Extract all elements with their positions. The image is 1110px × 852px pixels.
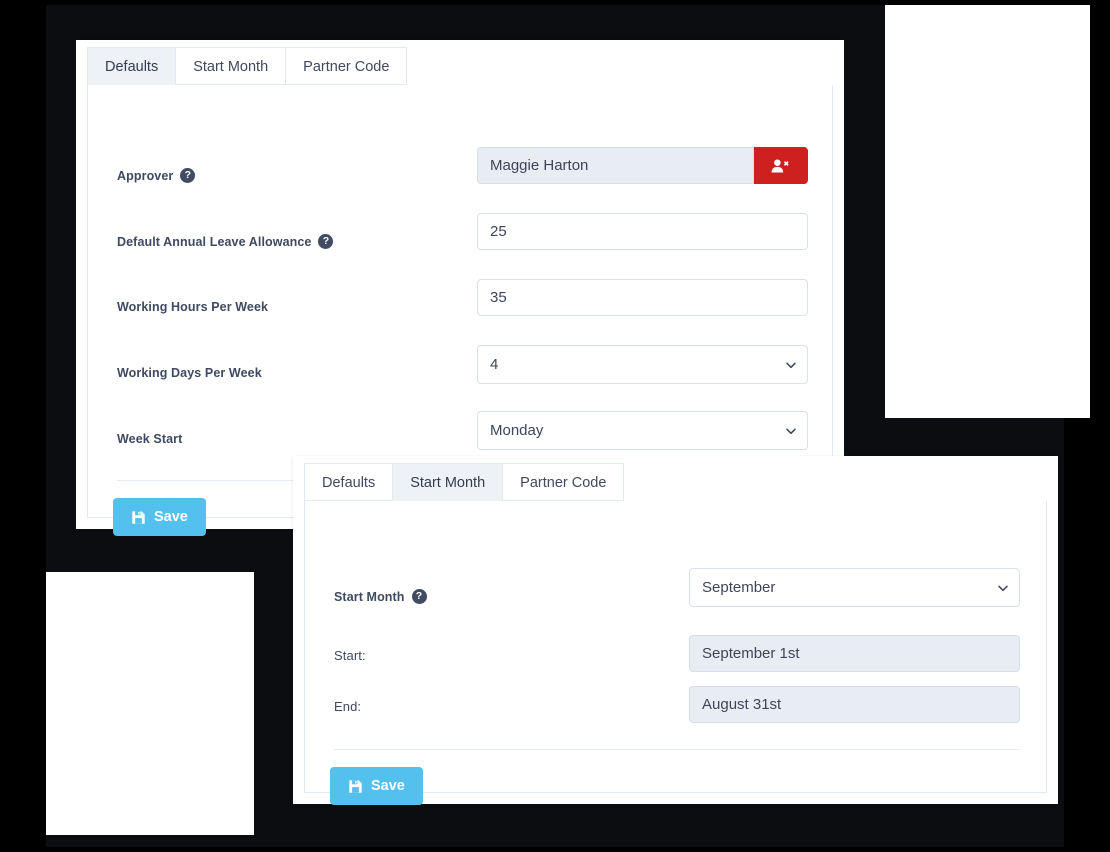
start-month-panel-tablist: Defaults Start Month Partner Code — [304, 463, 625, 501]
decorative-white-block-top-right — [885, 5, 1090, 418]
start-month-label: Start Month ? — [334, 589, 427, 604]
default-annual-leave-allowance-label: Default Annual Leave Allowance ? — [117, 234, 334, 249]
save-button[interactable]: Save — [113, 498, 206, 536]
approver-input-group — [477, 147, 808, 184]
week-start-label: Week Start — [117, 432, 183, 446]
question-circle-icon[interactable]: ? — [411, 589, 427, 604]
save-button[interactable]: Save — [330, 767, 423, 805]
row-approver: Approver ? — [117, 168, 196, 183]
end-date-input[interactable] — [689, 686, 1020, 723]
working-days-per-week-label: Working Days Per Week — [117, 366, 262, 380]
tab-start-month-label: Start Month — [193, 59, 269, 75]
working-hours-per-week-input[interactable] — [477, 279, 808, 316]
end-date-control — [689, 686, 1020, 723]
approver-input[interactable] — [477, 147, 754, 184]
tab-partner-code-2[interactable]: Partner Code — [502, 463, 625, 501]
working-hours-per-week-label: Working Hours Per Week — [117, 300, 269, 314]
start-month-select-wrap: September — [689, 568, 1020, 607]
tab-start-month-2-label: Start Month — [410, 475, 486, 491]
save-button-label: Save — [371, 778, 405, 794]
row-default-annual-leave-allowance: Default Annual Leave Allowance ? — [117, 234, 334, 249]
start-date-label: Start: — [334, 648, 366, 663]
tab-defaults-2-label: Defaults — [322, 475, 376, 491]
decorative-white-block-bottom-left — [46, 572, 254, 835]
floppy-save-icon — [132, 510, 145, 524]
approver-control — [477, 147, 808, 184]
row-working-hours-per-week: Working Hours Per Week — [117, 300, 268, 314]
user-times-icon — [771, 158, 789, 173]
default-annual-leave-allowance-input[interactable] — [477, 213, 808, 250]
start-month-form: Start Month ? September Start: End: — [304, 501, 1047, 805]
row-start-date: Start: — [334, 648, 366, 663]
floppy-save-icon — [349, 779, 362, 793]
row-working-days-per-week: Working Days Per Week — [117, 366, 262, 380]
week-start-control: Monday — [477, 411, 808, 450]
start-month-control: September — [689, 568, 1020, 607]
defaults-panel-tablist: Defaults Start Month Partner Code — [87, 47, 408, 85]
start-month-settings-panel: Defaults Start Month Partner Code Start … — [293, 456, 1058, 805]
approver-label: Approver ? — [117, 168, 196, 183]
question-circle-icon[interactable]: ? — [318, 234, 334, 249]
question-circle-icon[interactable]: ? — [180, 168, 196, 183]
start-date-input[interactable] — [689, 635, 1020, 672]
tab-partner-code-label: Partner Code — [303, 59, 390, 75]
start-date-control — [689, 635, 1020, 672]
week-start-select-wrap: Monday — [477, 411, 808, 450]
tab-defaults-2[interactable]: Defaults — [304, 463, 394, 501]
tab-partner-code-2-label: Partner Code — [520, 475, 607, 491]
tab-defaults[interactable]: Defaults — [87, 47, 177, 85]
defaults-form: Approver ? Default Annual Leave Allowanc… — [87, 85, 833, 536]
row-start-month: Start Month ? — [334, 589, 427, 604]
form-divider — [334, 749, 1020, 750]
remove-approver-button[interactable] — [754, 147, 808, 184]
default-annual-leave-allowance-control — [477, 213, 808, 250]
row-week-start: Week Start — [117, 432, 182, 446]
save-button-label: Save — [154, 509, 188, 525]
working-days-per-week-control: 4 — [477, 345, 808, 384]
working-days-per-week-select[interactable]: 4 — [477, 345, 808, 384]
start-month-select[interactable]: September — [689, 568, 1020, 607]
tab-partner-code[interactable]: Partner Code — [285, 47, 408, 85]
working-hours-per-week-control — [477, 279, 808, 316]
tab-start-month-2[interactable]: Start Month — [392, 463, 504, 501]
end-date-label: End: — [334, 699, 362, 714]
tab-start-month[interactable]: Start Month — [175, 47, 287, 85]
working-days-per-week-select-wrap: 4 — [477, 345, 808, 384]
tab-defaults-label: Defaults — [105, 59, 159, 75]
week-start-select[interactable]: Monday — [477, 411, 808, 450]
row-end-date: End: — [334, 699, 361, 714]
